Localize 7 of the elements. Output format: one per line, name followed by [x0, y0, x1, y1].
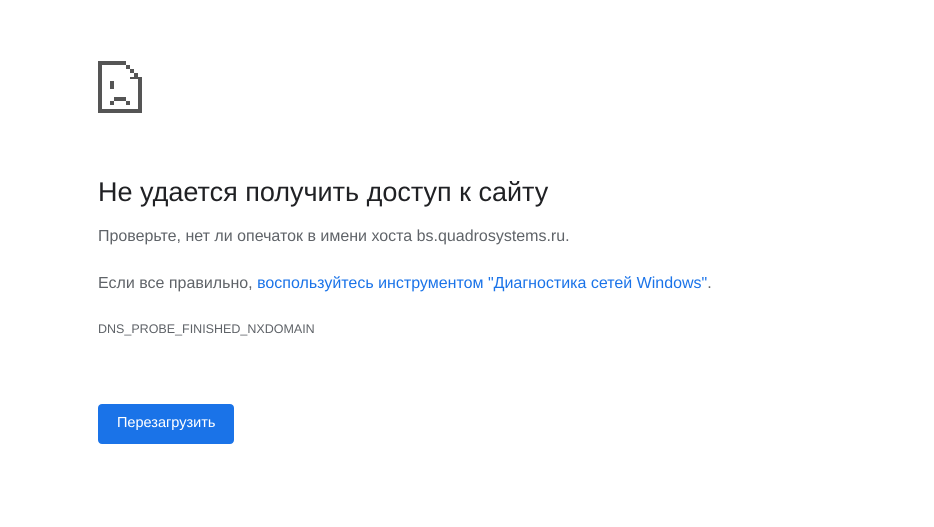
- error-code: DNS_PROBE_FINISHED_NXDOMAIN: [98, 321, 316, 338]
- broken-page-icon: [98, 61, 142, 113]
- diagnostics-link[interactable]: воспользуйтесь инструментом "Диагностика сетей Windows": [257, 274, 708, 292]
- suggestion-text: Если все правильно, воспользуйтесь инструментом "Диагностика сетей Windows".: [98, 274, 713, 294]
- hint-text: Проверьте, нет ли опечаток в имени хоста bs.quadrosystems.ru.: [98, 227, 571, 248]
- error-heading: Не удается получить доступ к сайту: [98, 176, 550, 208]
- reload-button[interactable]: Перезагрузить: [98, 404, 234, 444]
